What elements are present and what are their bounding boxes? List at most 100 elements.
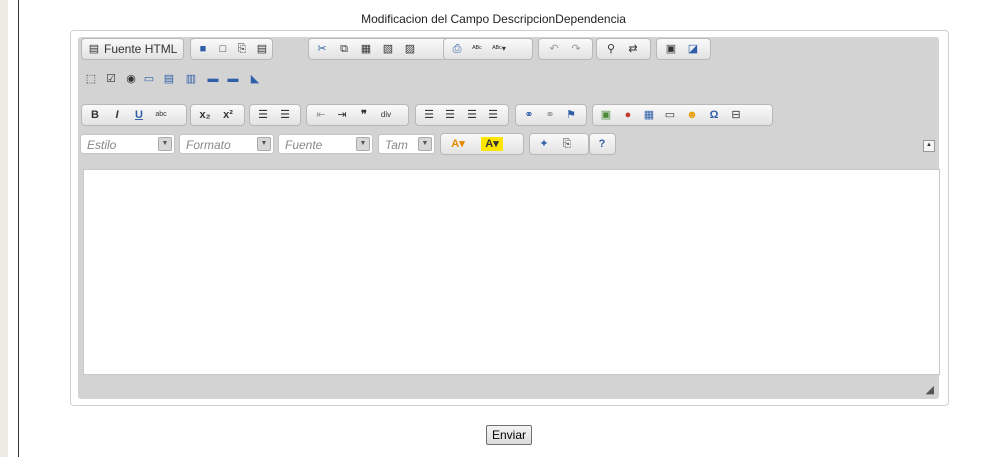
copy-icon[interactable]: ⧉ [337, 42, 351, 56]
italic-icon[interactable]: I [110, 108, 124, 122]
paste-word-icon[interactable]: ▨ [403, 42, 417, 56]
smiley-icon[interactable]: ☻ [685, 108, 699, 122]
form-icon[interactable]: ⬚ [84, 72, 98, 86]
align-center-icon[interactable]: ☰ [443, 108, 457, 122]
indent-icon[interactable]: ⇥ [335, 108, 349, 122]
resize-handle-icon[interactable]: ◢ [926, 383, 934, 396]
save-icon[interactable]: ■ [196, 42, 210, 56]
font-combo-label: Fuente [285, 138, 323, 152]
replace-icon[interactable]: ⇄ [626, 42, 640, 56]
unlink-icon[interactable]: ⚭ [543, 108, 557, 122]
toolbar-row-3: B I U abc x₂ x² ☰ ☰ ⇤ ⇥ ❞ div ☰ ☰ ☰ ☰ ⚭ … [78, 103, 939, 127]
superscript-icon[interactable]: x² [219, 108, 237, 122]
source-button-label[interactable]: Fuente HTML [104, 42, 177, 56]
spellcheck-icon[interactable]: ᴬᴮᶜ [470, 42, 484, 56]
basic-styles-group: B I U abc [81, 104, 187, 126]
link-icon[interactable]: ⚭ [522, 108, 536, 122]
font-combo[interactable]: Fuente ▼ [278, 134, 373, 154]
left-divider [18, 0, 19, 457]
align-left-icon[interactable]: ☰ [422, 108, 436, 122]
size-combo-label: Tam [385, 138, 408, 152]
chevron-down-icon[interactable]: ▼ [257, 137, 271, 151]
maximize-icon[interactable]: ✦ [537, 137, 551, 151]
spell-group: ⎙ ᴬᴮᶜ ᴬᴮᶜ▾ [443, 38, 533, 60]
text-color-icon[interactable]: A▾ [447, 137, 469, 151]
underline-icon[interactable]: U [132, 108, 146, 122]
page-title: Modificacion del Campo DescripcionDepend… [361, 12, 626, 26]
hidden-field-icon[interactable]: ◣ [248, 72, 262, 86]
text-field-icon[interactable]: ▭ [142, 72, 156, 86]
special-char-icon[interactable]: Ω [707, 108, 721, 122]
style-combo[interactable]: Estilo ▼ [80, 134, 175, 154]
toolbar-row-4: Estilo ▼ Formato ▼ Fuente ▼ Tam ▼ A▾ A▾ … [78, 132, 939, 156]
document-group: ■ □ ⎘ ▤ [190, 38, 273, 60]
print-icon[interactable]: ⎙ [450, 42, 464, 56]
preview-icon[interactable]: ⎘ [235, 42, 249, 56]
bold-icon[interactable]: B [88, 108, 102, 122]
bulleted-list-icon[interactable]: ☰ [278, 108, 292, 122]
chevron-down-icon[interactable]: ▼ [356, 137, 370, 151]
strike-icon[interactable]: abc [154, 108, 168, 122]
find-group: ⚲ ⇄ [596, 38, 651, 60]
button-icon[interactable]: ▬ [206, 72, 220, 86]
outdent-icon[interactable]: ⇤ [314, 108, 328, 122]
rich-text-editor: ▤ Fuente HTML ■ □ ⎘ ▤ ✂ ⧉ ▦ ▧ ▨ ⎙ ᴬᴮᶜ ᴬᴮ… [70, 30, 949, 406]
source-icon[interactable]: ▤ [87, 42, 101, 56]
select-all-icon[interactable]: ▣ [664, 42, 678, 56]
size-combo[interactable]: Tam ▼ [378, 134, 435, 154]
image-icon[interactable]: ▣ [599, 108, 613, 122]
link-group: ⚭ ⚭ ⚑ [515, 104, 587, 126]
editor-chrome: ▤ Fuente HTML ■ □ ⎘ ▤ ✂ ⧉ ▦ ▧ ▨ ⎙ ᴬᴮᶜ ᴬᴮ… [78, 37, 940, 399]
select-field-icon[interactable]: ▥ [184, 72, 198, 86]
show-blocks-icon[interactable]: ⎘ [560, 137, 574, 151]
new-page-icon[interactable]: □ [216, 42, 230, 56]
align-right-icon[interactable]: ☰ [465, 108, 479, 122]
indent-group: ⇤ ⇥ ❞ div [306, 104, 409, 126]
paste-text-icon[interactable]: ▧ [381, 42, 395, 56]
templates-icon[interactable]: ▤ [255, 42, 269, 56]
cut-icon[interactable]: ✂ [315, 42, 329, 56]
style-combo-label: Estilo [87, 138, 117, 152]
creatediv-icon[interactable]: div [379, 108, 393, 122]
select-group: ▣ ◪ [656, 38, 711, 60]
image-button-icon[interactable]: ▬ [226, 72, 240, 86]
scayt-icon[interactable]: ᴬᴮᶜ▾ [492, 42, 506, 56]
about-group: ? [589, 133, 616, 155]
table-icon[interactable]: ▦ [642, 108, 656, 122]
find-icon[interactable]: ⚲ [604, 42, 618, 56]
horizontal-rule-icon[interactable]: ▭ [663, 108, 677, 122]
numbered-list-icon[interactable]: ☰ [256, 108, 270, 122]
chevron-down-icon[interactable]: ▼ [418, 137, 432, 151]
justify-icon[interactable]: ☰ [486, 108, 500, 122]
radio-icon[interactable]: ◉ [124, 72, 138, 86]
left-sidebar [0, 0, 8, 457]
remove-format-icon[interactable]: ◪ [686, 42, 700, 56]
tools-group: ✦ ⎘ [529, 133, 589, 155]
page-break-icon[interactable]: ⊟ [729, 108, 743, 122]
undo-icon[interactable]: ↶ [547, 42, 561, 56]
toolbar-row-2: ⬚ ☑ ◉ ▭ ▤ ▥ ▬ ▬ ◣ [78, 65, 939, 89]
bg-color-icon[interactable]: A▾ [481, 137, 503, 151]
textarea-icon[interactable]: ▤ [162, 72, 176, 86]
colors-group: A▾ A▾ [440, 133, 524, 155]
about-icon[interactable]: ? [595, 137, 609, 151]
script-group: x₂ x² [190, 104, 245, 126]
insert-group: ▣ ● ▦ ▭ ☻ Ω ⊟ [592, 104, 773, 126]
align-group: ☰ ☰ ☰ ☰ [415, 104, 509, 126]
paste-icon[interactable]: ▦ [359, 42, 373, 56]
toolbar-row-1: ▤ Fuente HTML ■ □ ⎘ ▤ ✂ ⧉ ▦ ▧ ▨ ⎙ ᴬᴮᶜ ᴬᴮ… [78, 37, 939, 61]
checkbox-icon[interactable]: ☑ [104, 72, 118, 86]
submit-button[interactable]: Enviar [486, 425, 532, 445]
format-combo[interactable]: Formato ▼ [179, 134, 274, 154]
chevron-down-icon[interactable]: ▼ [158, 137, 172, 151]
subscript-icon[interactable]: x₂ [196, 108, 214, 122]
blockquote-icon[interactable]: ❞ [357, 108, 371, 122]
flash-icon[interactable]: ● [621, 108, 635, 122]
editor-content-area[interactable] [83, 169, 940, 375]
format-combo-label: Formato [186, 138, 231, 152]
anchor-icon[interactable]: ⚑ [564, 108, 578, 122]
collapse-toolbar-icon[interactable]: ▲ [923, 140, 935, 152]
undo-group: ↶ ↷ [538, 38, 593, 60]
list-group: ☰ ☰ [249, 104, 301, 126]
redo-icon[interactable]: ↷ [569, 42, 583, 56]
